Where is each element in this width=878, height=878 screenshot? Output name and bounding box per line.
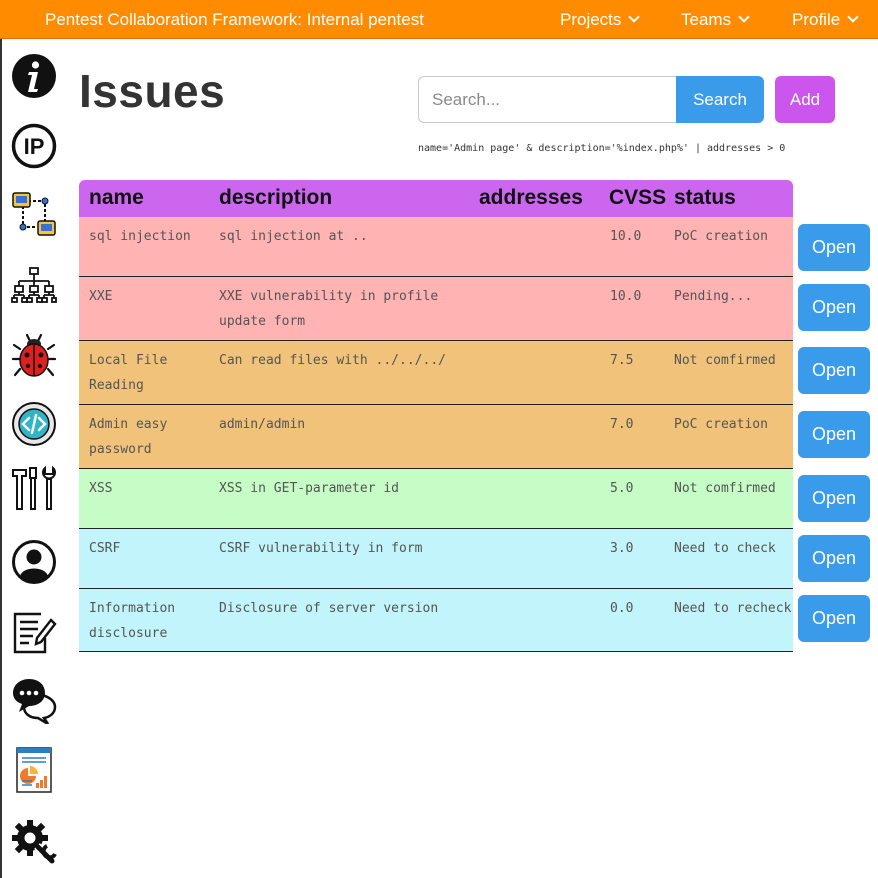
open-issue-button[interactable]: Open [798,595,870,642]
issue-name: Information disclosure [89,601,176,641]
projects-menu[interactable]: Projects [560,10,641,30]
column-header-name[interactable]: name [89,186,144,210]
issue-status: Pending... [674,289,753,304]
sidebar-item-settings[interactable] [11,816,57,864]
issue-cvss: 7.5 [610,353,634,368]
projects-menu-label: Projects [560,10,622,29]
sidebar-item-reports[interactable] [11,746,57,794]
column-header-description[interactable]: description [219,186,332,210]
open-issue-button[interactable]: Open [798,535,870,582]
chevron-down-icon [847,11,859,23]
table-row[interactable]: Admin easy password admin/admin 7.0 PoC … [79,405,793,469]
sidebar-item-ip[interactable]: IP [11,122,57,170]
teams-menu[interactable]: Teams [681,10,750,30]
issue-status: Need to check [674,541,776,556]
table-header: name description addresses CVSS status [79,180,793,217]
issues-table: name description addresses CVSS status s… [79,180,793,652]
info-icon [12,54,56,98]
sidebar-item-hierarchy[interactable] [11,261,57,309]
user-icon [12,540,56,584]
sidebar-item-tools[interactable] [11,465,57,513]
network-icon [12,192,56,236]
table-row[interactable]: XXE XXE vulnerability in profile update … [79,277,793,341]
issue-cvss: 10.0 [610,289,642,304]
column-header-cvss[interactable]: CVSS [609,186,666,210]
sidebar: IP [0,39,70,878]
search-input[interactable] [418,76,676,123]
search-button[interactable]: Search [676,76,764,123]
open-issue-button[interactable]: Open [798,347,870,394]
issue-name: XXE [89,289,113,304]
issue-cvss: 3.0 [610,541,634,556]
issue-description: XXE vulnerability in profile update form [219,289,439,329]
bug-icon [11,333,57,377]
issue-cvss: 5.0 [610,481,634,496]
table-row[interactable]: Information disclosure Disclosure of ser… [79,589,793,652]
report-icon [16,747,52,793]
sidebar-item-network[interactable] [11,191,57,239]
sidebar-item-vulnerabilities[interactable] [11,331,57,379]
top-navbar: Pentest Collaboration Framework: Interna… [0,0,878,39]
ip-icon: IP [11,123,57,169]
issue-cvss: 10.0 [610,229,642,244]
hierarchy-icon [11,267,57,303]
issue-cvss: 7.0 [610,417,634,432]
tools-icon [12,465,56,510]
sidebar-item-team[interactable] [11,538,57,586]
column-header-addresses[interactable]: addresses [479,186,583,210]
issue-name: CSRF [89,541,121,556]
issue-cvss: 0.0 [610,601,634,616]
open-issue-button[interactable]: Open [798,475,870,522]
profile-menu-label: Profile [792,10,841,29]
table-row[interactable]: XSS XSS in GET-parameter id 5.0 Not comf… [79,469,793,529]
open-issue-button[interactable]: Open [798,284,870,331]
issue-description: Disclosure of server version [219,601,439,616]
issue-name: XSS [89,481,113,496]
settings-icon [12,820,57,864]
svg-text:IP: IP [24,134,45,159]
table-row[interactable]: Local File Reading Can read files with .… [79,341,793,405]
page-title: Issues [79,65,226,117]
sidebar-item-notes[interactable] [11,608,57,656]
chat-icon [13,679,57,724]
notes-icon [13,612,57,654]
open-issue-button[interactable]: Open [798,411,870,458]
app-title: Pentest Collaboration Framework: Interna… [45,10,424,29]
issue-status: Not comfirmed [674,353,776,368]
issue-description: CSRF vulnerability in form [219,541,423,556]
add-issue-button[interactable]: Add [775,76,835,123]
issue-description: Can read files with ../../../ [219,353,446,368]
code-icon [12,402,56,446]
issue-description: admin/admin [219,417,306,432]
table-row[interactable]: CSRF CSRF vulnerability in form 3.0 Need… [79,529,793,589]
issue-status: PoC creation [674,229,768,244]
issue-description: sql injection at .. [219,229,368,244]
table-row[interactable]: sql injection sql injection at .. 10.0 P… [79,217,793,277]
teams-menu-label: Teams [681,10,732,29]
open-issue-button[interactable]: Open [798,224,870,271]
issue-status: PoC creation [674,417,768,432]
sidebar-item-code[interactable] [11,400,57,448]
issue-name: sql injection [89,229,191,244]
column-header-status[interactable]: status [674,186,736,210]
search-syntax-hint: name='Admin page' & description='%index.… [418,143,786,154]
issue-status: Not comfirmed [674,481,776,496]
sidebar-item-chat[interactable] [11,676,57,724]
issue-status: Need to recheck [674,601,792,616]
chevron-down-icon [738,11,750,23]
chevron-down-icon [628,11,641,23]
issue-name: Local File Reading [89,353,168,393]
issue-description: XSS in GET-parameter id [219,481,400,496]
issue-name: Admin easy password [89,417,168,457]
sidebar-item-info[interactable] [11,52,57,100]
profile-menu[interactable]: Profile [792,10,859,30]
